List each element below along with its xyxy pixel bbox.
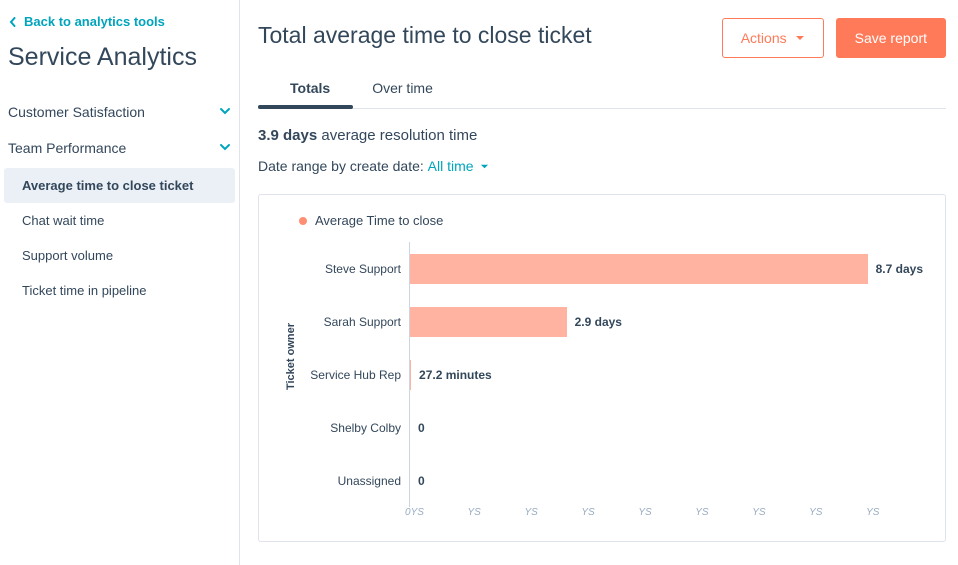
chart-card: Average Time to close Ticket owner Steve… [258, 194, 946, 542]
bar-track: 0 [409, 401, 923, 454]
actions-button[interactable]: Actions [722, 18, 824, 58]
caret-down-icon [480, 158, 489, 174]
bar-value-label: 2.9 days [575, 315, 622, 329]
actions-button-label: Actions [741, 30, 787, 46]
bar [410, 360, 411, 390]
x-tick: 0 [405, 507, 411, 518]
bar-value-label: 0 [418, 474, 425, 488]
bar-value-label: 8.7 days [876, 262, 923, 276]
sidebar-item-chat-wait[interactable]: Chat wait time [0, 203, 239, 238]
chart-row: Steve Support 8.7 days [301, 242, 923, 295]
chevron-left-icon [8, 17, 18, 27]
save-report-label: Save report [855, 30, 927, 46]
section-label: Customer Satisfaction [8, 104, 145, 120]
x-tick: YS [695, 507, 752, 518]
section-label: Team Performance [8, 140, 126, 156]
back-link[interactable]: Back to analytics tools [0, 0, 239, 35]
sidebar-section-team-performance[interactable]: Team Performance [0, 130, 239, 166]
bar-track: 0 [409, 454, 923, 507]
tab-over-time[interactable]: Over time [372, 80, 433, 108]
y-axis-label: Ticket owner [281, 323, 301, 390]
row-label: Unassigned [301, 474, 409, 488]
x-tick: YS [752, 507, 809, 518]
caret-down-icon [795, 30, 805, 46]
row-label: Steve Support [301, 262, 409, 276]
chart-row: Shelby Colby 0 [301, 401, 923, 454]
date-range-value: All time [428, 158, 474, 174]
summary-line: 3.9 days average resolution time [258, 109, 946, 150]
x-tick: YS [524, 507, 581, 518]
bar-value-label: 0 [418, 421, 425, 435]
chart-row: Sarah Support 2.9 days [301, 295, 923, 348]
x-tick: YS [638, 507, 695, 518]
x-ticks: 0YSYSYSYSYSYSYSYSYS [301, 507, 923, 518]
date-range-dropdown[interactable]: All time [428, 158, 489, 174]
chart-row: Unassigned 0 [301, 454, 923, 507]
summary-label: average resolution time [321, 127, 477, 144]
back-link-label: Back to analytics tools [24, 14, 165, 29]
sidebar-section-customer-satisfaction[interactable]: Customer Satisfaction [0, 94, 239, 130]
sidebar: Back to analytics tools Service Analytic… [0, 0, 240, 565]
save-report-button[interactable]: Save report [836, 18, 946, 58]
header-actions: Actions Save report [722, 18, 946, 58]
tabs: Totals Over time [258, 80, 946, 109]
chart-row: Service Hub Rep 27.2 minutes [301, 348, 923, 401]
x-tick: YS [468, 507, 525, 518]
bar-value-label: 27.2 minutes [419, 368, 492, 382]
page-title: Total average time to close ticket [258, 18, 592, 49]
main-content: Total average time to close ticket Actio… [240, 0, 958, 565]
date-range-prefix: Date range by create date: [258, 158, 424, 174]
summary-value: 3.9 days [258, 127, 317, 144]
x-tick: YS [581, 507, 638, 518]
tab-totals[interactable]: Totals [290, 80, 330, 108]
x-tick: YS [809, 507, 866, 518]
sidebar-title: Service Analytics [0, 35, 239, 94]
chart-legend: Average Time to close [281, 213, 923, 228]
date-range: Date range by create date: All time [258, 158, 946, 174]
tab-underline [258, 105, 353, 109]
row-label: Service Hub Rep [301, 368, 409, 382]
bar-track: 8.7 days [409, 242, 923, 295]
sidebar-item-ticket-time-pipeline[interactable]: Ticket time in pipeline [0, 273, 239, 308]
bar [410, 254, 868, 284]
sidebar-subitems: Average time to close ticket Chat wait t… [0, 166, 239, 310]
x-tick: YS [411, 507, 468, 518]
legend-dot-icon [299, 217, 307, 225]
bar-track: 27.2 minutes [409, 348, 923, 401]
sidebar-item-support-volume[interactable]: Support volume [0, 238, 239, 273]
sidebar-item-avg-time-close[interactable]: Average time to close ticket [4, 168, 235, 203]
legend-label: Average Time to close [315, 213, 443, 228]
chart-body: Ticket owner Steve Support 8.7 days Sarah … [281, 242, 923, 512]
chevron-down-icon [219, 104, 231, 120]
row-label: Shelby Colby [301, 421, 409, 435]
bars-area: Steve Support 8.7 days Sarah Support 2.9 da… [301, 242, 923, 512]
row-label: Sarah Support [301, 315, 409, 329]
bar-track: 2.9 days [409, 295, 923, 348]
bar [410, 307, 567, 337]
chevron-down-icon [219, 140, 231, 156]
header-row: Total average time to close ticket Actio… [258, 18, 946, 58]
x-tick: YS [866, 507, 923, 518]
